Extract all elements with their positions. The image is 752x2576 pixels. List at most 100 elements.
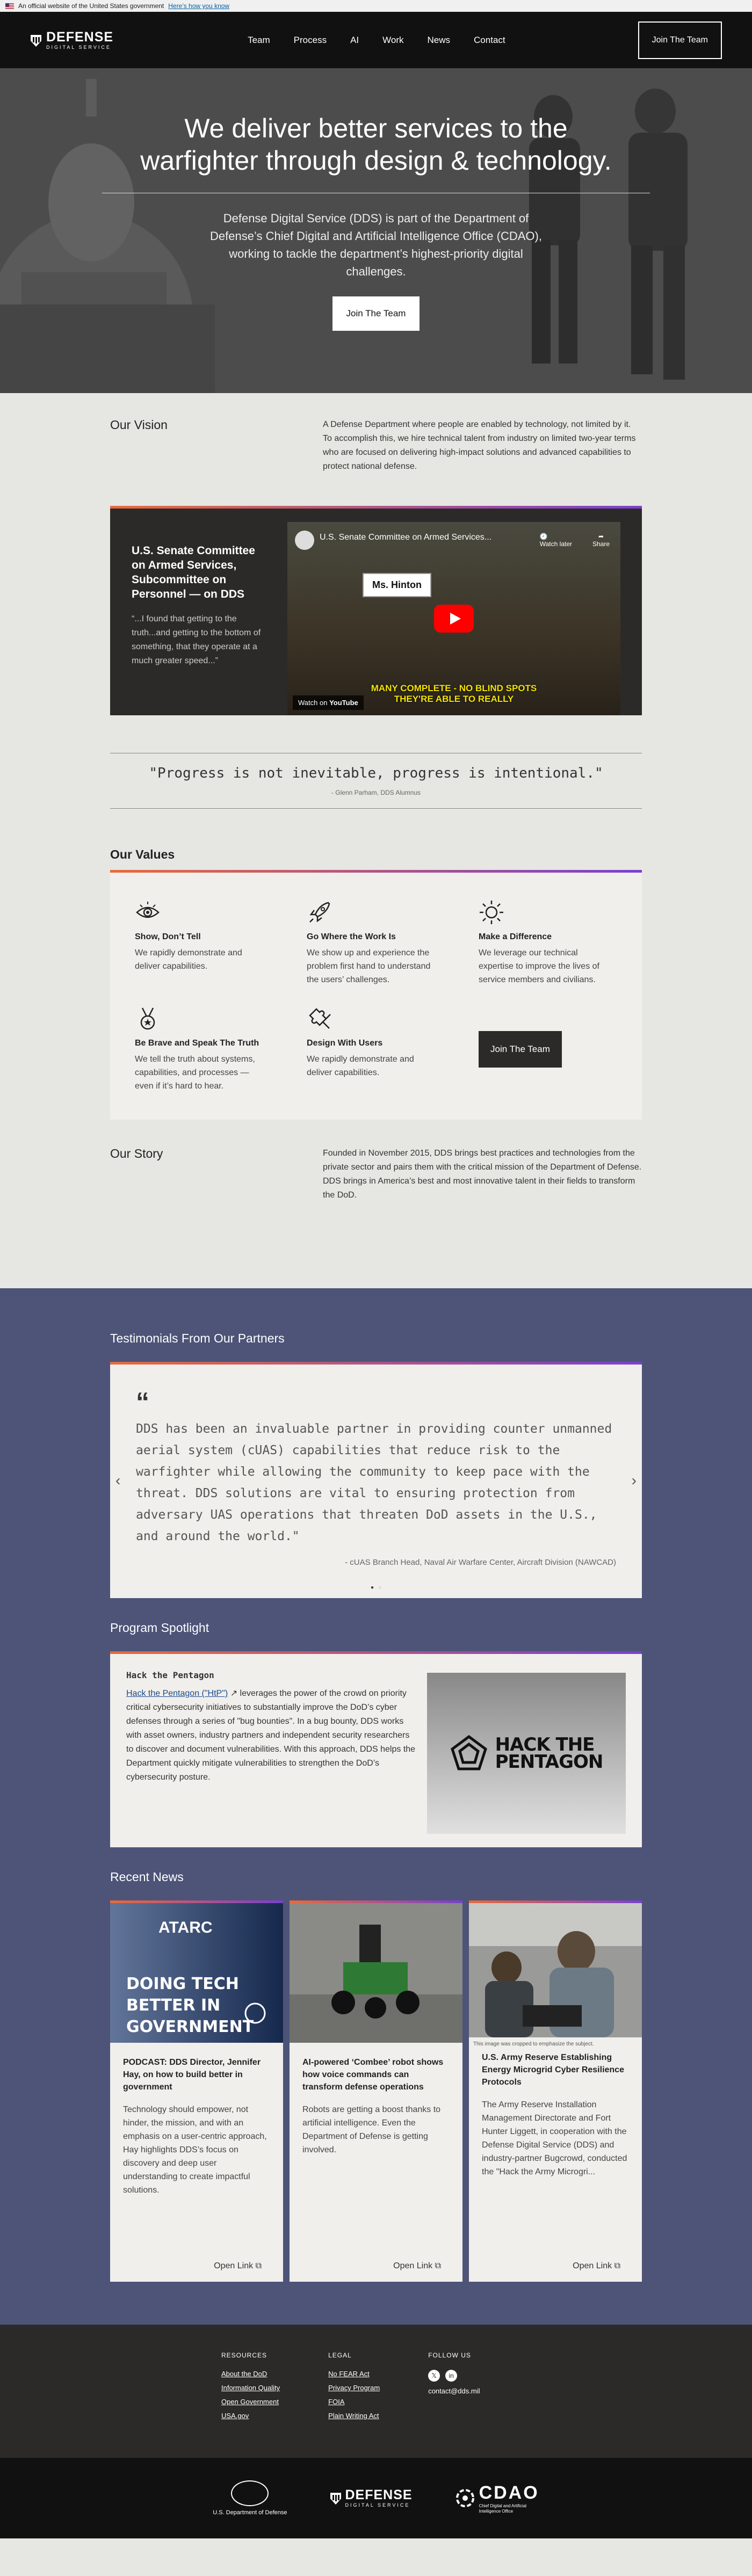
value-text: We tell the truth about systems, capabil…: [135, 1055, 255, 1091]
chevron-right-icon[interactable]: ›: [632, 1472, 637, 1489]
footer-link-usa-gov[interactable]: USA.gov: [221, 2412, 280, 2420]
main-nav: Team Process AI Work News Contact: [248, 35, 505, 46]
svg-text:GOVERNMENT: GOVERNMENT: [126, 2018, 254, 2036]
value-item: Go Where the Work Is We show up and expe…: [307, 899, 441, 986]
value-title: Design With Users: [307, 1039, 383, 1048]
youtube-video-player[interactable]: U.S. Senate Committee on Armed Services.…: [287, 522, 620, 715]
clock-icon: 🕘: [539, 533, 548, 540]
quote-block: "Progress is not inevitable, progress is…: [110, 753, 642, 809]
carousel-dots: ● ○: [110, 1585, 642, 1591]
chevron-left-icon[interactable]: ‹: [115, 1472, 120, 1489]
gov-banner: An official website of the United States…: [0, 0, 752, 12]
news-list: ATARC DOING TECH BETTER IN GOVERNMENT PO…: [110, 1900, 642, 2282]
news-card: This image was cropped to emphasize the …: [469, 1900, 642, 2282]
watch-later-label: Watch later: [539, 540, 572, 548]
dod-label: U.S. Department of Defense: [213, 2509, 287, 2516]
open-link-button[interactable]: Open Link ⧉: [393, 2261, 441, 2271]
watch-later-button[interactable]: 🕘 Watch later: [540, 533, 572, 548]
footer-link-plain-writing-act[interactable]: Plain Writing Act: [328, 2412, 380, 2420]
linkedin-icon[interactable]: in: [445, 2370, 458, 2382]
dds-footer-logo[interactable]: DEFENSE DIGITAL SERVICE: [330, 2488, 412, 2508]
value-text: We show up and experience the problem fi…: [307, 948, 431, 984]
svg-text:DOING TECH: DOING TECH: [126, 1975, 239, 1993]
news-heading: Recent News: [110, 1870, 184, 1884]
footer-link-no-fear-act[interactable]: No FEAR Act: [328, 2370, 380, 2378]
nav-ai[interactable]: AI: [350, 35, 359, 46]
video-quote: “...I found that getting to the truth...…: [132, 614, 261, 665]
value-item: Show, Don’t Tell We rapidly demonstrate …: [135, 899, 269, 986]
spotlight-text: Hack the Pentagon ("HtP") ↗ leverages th…: [126, 1689, 416, 1782]
values-heading: Our Values: [110, 847, 175, 861]
youtube-logo: YouTube: [329, 699, 358, 707]
gov-banner-text: An official website of the United States…: [18, 2, 164, 10]
nav-work[interactable]: Work: [382, 35, 403, 46]
sun-icon: [480, 901, 503, 924]
logo-subtitle: DIGITAL SERVICE: [46, 44, 111, 50]
play-button-icon[interactable]: [434, 605, 474, 633]
site-footer: RESOURCES About the DoD Information Qual…: [0, 2325, 752, 2458]
spotlight-heading: Program Spotlight: [110, 1621, 209, 1635]
hero-join-button[interactable]: Join The Team: [332, 296, 420, 331]
image-caption: This image was cropped to emphasize the …: [473, 2041, 594, 2047]
carousel-dot[interactable]: ○: [378, 1585, 381, 1591]
values-card: Show, Don’t Tell We rapidly demonstrate …: [110, 870, 642, 1120]
external-link-icon: ⧉: [614, 2261, 620, 2270]
video-nameplate: Ms. Hinton: [363, 573, 431, 597]
footer-link-foia[interactable]: FOIA: [328, 2398, 380, 2406]
value-text: We rapidly demonstrate and deliver capab…: [307, 1055, 414, 1077]
svg-text:ATARC: ATARC: [158, 1919, 213, 1936]
dod-logo[interactable]: U.S. Department of Defense: [213, 2480, 287, 2516]
nav-team[interactable]: Team: [248, 35, 270, 46]
values-join-button[interactable]: Join The Team: [479, 1031, 562, 1068]
footer-link-open-government[interactable]: Open Government: [221, 2398, 280, 2406]
hack-the-pentagon-link[interactable]: Hack the Pentagon ("HtP"): [126, 1689, 228, 1698]
nav-contact[interactable]: Contact: [474, 35, 505, 46]
footer-resources: RESOURCES About the DoD Information Qual…: [221, 2352, 280, 2426]
testimonial-carousel: ‹ › “ DDS has been an invaluable partner…: [110, 1362, 642, 1598]
share-button[interactable]: ➦ Share: [592, 533, 610, 548]
news-title[interactable]: AI-powered ‘Combee’ robot shows how voic…: [290, 2045, 462, 2093]
site-header: DEFENSE DIGITAL SERVICE Team Process AI …: [0, 12, 752, 68]
rocket-icon: [309, 902, 330, 923]
watch-on-youtube-button[interactable]: Watch on YouTube: [293, 695, 364, 710]
carousel-dot-active[interactable]: ●: [371, 1585, 374, 1591]
dod-seal-icon: [231, 2480, 269, 2506]
hero-body: Defense Digital Service (DDS) is part of…: [210, 212, 542, 278]
footer-link-privacy-program[interactable]: Privacy Program: [328, 2384, 380, 2392]
heres-how-you-know-link[interactable]: Here’s how you know: [168, 2, 229, 10]
subfooter-logos: U.S. Department of Defense DEFENSE DIGIT…: [0, 2458, 752, 2538]
vision-text: A Defense Department where people are en…: [323, 420, 636, 471]
dds-logo[interactable]: DEFENSE DIGITAL SERVICE: [30, 29, 114, 50]
spotlight-card: Hack the Pentagon Hack the Pentagon ("Ht…: [110, 1651, 642, 1847]
video-player-title[interactable]: U.S. Senate Committee on Armed Services.…: [320, 533, 491, 542]
x-twitter-icon[interactable]: 𝕏: [428, 2370, 440, 2382]
cdao-logo[interactable]: CDAO Chief Digital and Artificial Intell…: [455, 2483, 539, 2514]
footer-link-about-dod[interactable]: About the DoD: [221, 2370, 280, 2378]
nav-news[interactable]: News: [428, 35, 451, 46]
value-title: Be Brave and Speak The Truth: [135, 1039, 259, 1048]
svg-text:BETTER IN: BETTER IN: [126, 1996, 220, 2015]
pentagon-icon: [450, 1735, 487, 1770]
open-link-button[interactable]: Open Link ⧉: [214, 2261, 262, 2271]
hero-title: We deliver better services to the warfig…: [140, 113, 612, 176]
open-link-button[interactable]: Open Link ⧉: [573, 2261, 620, 2271]
value-text: We rapidly demonstrate and deliver capab…: [135, 948, 242, 971]
logo-title: DEFENSE: [46, 29, 114, 45]
video-heading: U.S. Senate Committee on Armed Services,…: [132, 545, 255, 600]
external-link-icon: ↗: [230, 1689, 238, 1698]
footer-legal: LEGAL No FEAR Act Privacy Program FOIA P…: [328, 2352, 380, 2426]
footer-email[interactable]: contact@dds.mil: [428, 2387, 480, 2395]
testimonials-heading: Testimonials From Our Partners: [110, 1331, 285, 1345]
hero-section: We deliver better services to the warfig…: [0, 68, 752, 393]
header-join-button[interactable]: Join The Team: [638, 21, 722, 59]
share-icon: ➦: [598, 533, 604, 540]
testimonial-author: - cUAS Branch Head, Naval Air Warfare Ce…: [345, 1558, 616, 1567]
news-title[interactable]: U.S. Army Reserve Establishing Energy Mi…: [469, 2048, 642, 2088]
share-label: Share: [592, 540, 610, 548]
value-title: Make a Difference: [479, 932, 552, 941]
news-title[interactable]: PODCAST: DDS Director, Jennifer Hay, on …: [110, 2045, 283, 2093]
partners-section: Testimonials From Our Partners ‹ › “ DDS…: [0, 1288, 752, 2325]
nav-process[interactable]: Process: [294, 35, 327, 46]
footer-link-information-quality[interactable]: Information Quality: [221, 2384, 280, 2392]
story-text: Founded in November 2015, DDS brings bes…: [323, 1149, 642, 1200]
